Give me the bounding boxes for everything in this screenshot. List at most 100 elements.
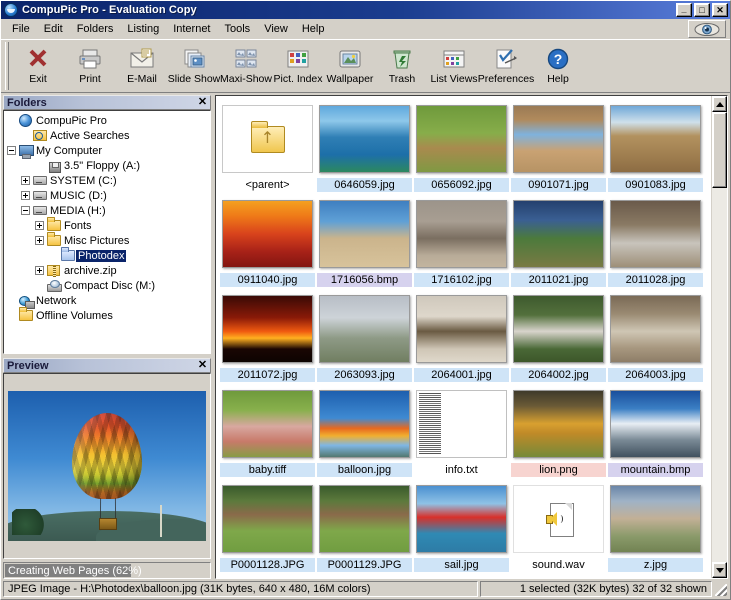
menu-item-view[interactable]: View [257, 21, 295, 37]
tree-item-music-d[interactable]: MUSIC (D:) [6, 188, 210, 203]
thumbnail-cell[interactable]: 2011072.jpg [220, 289, 315, 382]
toolbar-button-list-views[interactable]: List Views [428, 42, 480, 90]
menu-item-internet[interactable]: Internet [166, 21, 217, 37]
thumbnail-cell[interactable]: 2011028.jpg [608, 194, 703, 287]
toolbar-grip[interactable] [5, 42, 9, 90]
toolbar-button-maxi-show[interactable]: Maxi-Show [220, 42, 272, 90]
thumbnail-cell-partial[interactable] [414, 574, 509, 578]
toolbar-button-preferences[interactable]: Preferences [478, 42, 534, 90]
thumbnail-vertical-scrollbar[interactable] [711, 96, 727, 578]
thumbnail-cell[interactable]: 0656092.jpg [414, 99, 509, 192]
tree-item-active-searches[interactable]: Active Searches [6, 128, 210, 143]
preview-image-area[interactable] [3, 373, 211, 559]
thumbnail-cell[interactable]: 0901083.jpg [608, 99, 703, 192]
scrollbar-thumb[interactable] [712, 112, 727, 188]
tree-item-media-h[interactable]: MEDIA (H:) [6, 203, 210, 218]
image-thumb [513, 200, 604, 268]
thumbnail-cell-partial[interactable] [220, 574, 315, 578]
scroll-down-button[interactable] [712, 562, 727, 578]
text-file-thumb [416, 390, 507, 458]
tree-item-compupic-pro[interactable]: CompuPic Pro [6, 113, 210, 128]
expand-plus-icon[interactable] [35, 221, 44, 230]
scroll-up-button[interactable] [712, 96, 727, 112]
thumbnail-cell[interactable]: info.txt [414, 384, 509, 477]
menu-item-file[interactable]: File [5, 21, 37, 37]
folders-panel-close-icon[interactable]: ✕ [197, 97, 208, 108]
thumbnail-artwork [223, 391, 312, 457]
thumbnail-cell[interactable]: 0911040.jpg [220, 194, 315, 287]
maximize-button[interactable]: □ [694, 3, 710, 17]
thumbnail-cell[interactable]: 0901071.jpg [511, 99, 606, 192]
menu-item-listing[interactable]: Listing [120, 21, 166, 37]
resize-grip[interactable] [714, 581, 728, 597]
menu-item-folders[interactable]: Folders [70, 21, 121, 37]
preview-balloon-basket [99, 518, 117, 530]
thumbnail-cell[interactable]: 2064002.jpg [511, 289, 606, 382]
expand-plus-icon[interactable] [35, 236, 44, 245]
tree-item-archive-zip[interactable]: archive.zip [6, 263, 210, 278]
thumbnail-cell[interactable]: 1716056.bmp [317, 194, 412, 287]
thumbnail-cell[interactable]: 2064003.jpg [608, 289, 703, 382]
close-button[interactable]: ✕ [712, 3, 728, 17]
thumbnail-cell[interactable]: z.jpg [608, 479, 703, 572]
thumbnail-cell[interactable]: 2011021.jpg [511, 194, 606, 287]
thumbnail-cell[interactable]: <parent> [220, 99, 315, 192]
collapse-minus-icon[interactable] [21, 206, 30, 215]
thumbnail-cell[interactable]: 0646059.jpg [317, 99, 412, 192]
toolbar-button-exit[interactable]: Exit [12, 42, 64, 90]
menu-item-tools[interactable]: Tools [218, 21, 258, 37]
tree-item-my-computer[interactable]: My Computer [6, 143, 210, 159]
scrollbar-track[interactable] [712, 112, 727, 562]
floppy-icon [48, 160, 61, 173]
thumbnail-filename-label: balloon.jpg [317, 463, 412, 477]
tree-item-offline-volumes[interactable]: Offline Volumes [6, 307, 210, 323]
tree-item-misc-pictures[interactable]: Misc Pictures [6, 232, 210, 248]
toolbar-button-slide-show[interactable]: Slide Show [168, 42, 220, 90]
tree-item-label: Compact Disc (M:) [64, 279, 156, 292]
thumbnail-cell[interactable]: lion.png [511, 384, 606, 477]
expand-plus-icon[interactable] [35, 266, 44, 275]
thumbnail-cell[interactable]: P0001129.JPG [317, 479, 412, 572]
tree-item-3-5-floppy-a[interactable]: 3.5" Floppy (A:) [6, 158, 210, 173]
tree-item-network[interactable]: Network [6, 293, 210, 309]
collapse-minus-icon[interactable] [7, 146, 16, 155]
preview-panel-title: Preview [7, 359, 49, 372]
thumbnail-scroll-area[interactable]: <parent>0646059.jpg0656092.jpg0901071.jp… [216, 96, 711, 578]
expand-plus-icon[interactable] [21, 176, 30, 185]
thumbnail-image-slot [414, 194, 509, 273]
menu-item-help[interactable]: Help [295, 21, 332, 37]
tree-item-system-c[interactable]: SYSTEM (C:) [6, 173, 210, 188]
toolbar-button-e-mail[interactable]: E-Mail [116, 42, 168, 90]
toolbar-button-trash[interactable]: Trash [376, 42, 428, 90]
preview-panel-header: Preview ✕ [3, 358, 211, 373]
tree-item-photodex[interactable]: Photodex [6, 247, 210, 263]
toolbar-button-help[interactable]: ? Help [532, 42, 584, 90]
thumbnail-cell[interactable]: sound.wav [511, 479, 606, 572]
tree-item-compact-disc-m[interactable]: Compact Disc (M:) [6, 278, 210, 293]
thumbnail-filename-label: 0901071.jpg [511, 178, 606, 192]
thumbnail-cell[interactable]: balloon.jpg [317, 384, 412, 477]
toolbar-button-print[interactable]: Print [64, 42, 116, 90]
thumbnail-cell[interactable]: mountain.bmp [608, 384, 703, 477]
minimize-button[interactable]: _ [676, 3, 692, 17]
toolbar-button-wallpaper[interactable]: Wallpaper [324, 42, 376, 90]
thumbnail-cell[interactable]: baby.tiff [220, 384, 315, 477]
thumbnail-cell[interactable]: 2064001.jpg [414, 289, 509, 382]
toolbar-button-pict-index[interactable]: Pict. Index [272, 42, 324, 90]
thumbnail-cell[interactable]: 1716102.jpg [414, 194, 509, 287]
tree-expander-slot [6, 146, 17, 155]
thumbnail-cell-partial[interactable] [317, 574, 412, 578]
svg-text:?: ? [554, 51, 563, 67]
thumbnail-cell-partial[interactable] [608, 574, 703, 578]
thumbnail-cell[interactable]: sail.jpg [414, 479, 509, 572]
folder-tree[interactable]: CompuPic Pro Active Searches My Computer 3.… [3, 110, 211, 354]
preview-panel-close-icon[interactable]: ✕ [197, 360, 208, 371]
thumbnail-cell[interactable]: P0001128.JPG [220, 479, 315, 572]
menu-item-edit[interactable]: Edit [37, 21, 70, 37]
tree-item-fonts[interactable]: Fonts [6, 217, 210, 233]
thumbnail-cell[interactable]: 2063093.jpg [317, 289, 412, 382]
eye-toggle-button[interactable] [688, 20, 726, 38]
text-lines-preview [419, 393, 441, 455]
thumbnail-cell-partial[interactable] [511, 574, 606, 578]
expand-plus-icon[interactable] [21, 191, 30, 200]
